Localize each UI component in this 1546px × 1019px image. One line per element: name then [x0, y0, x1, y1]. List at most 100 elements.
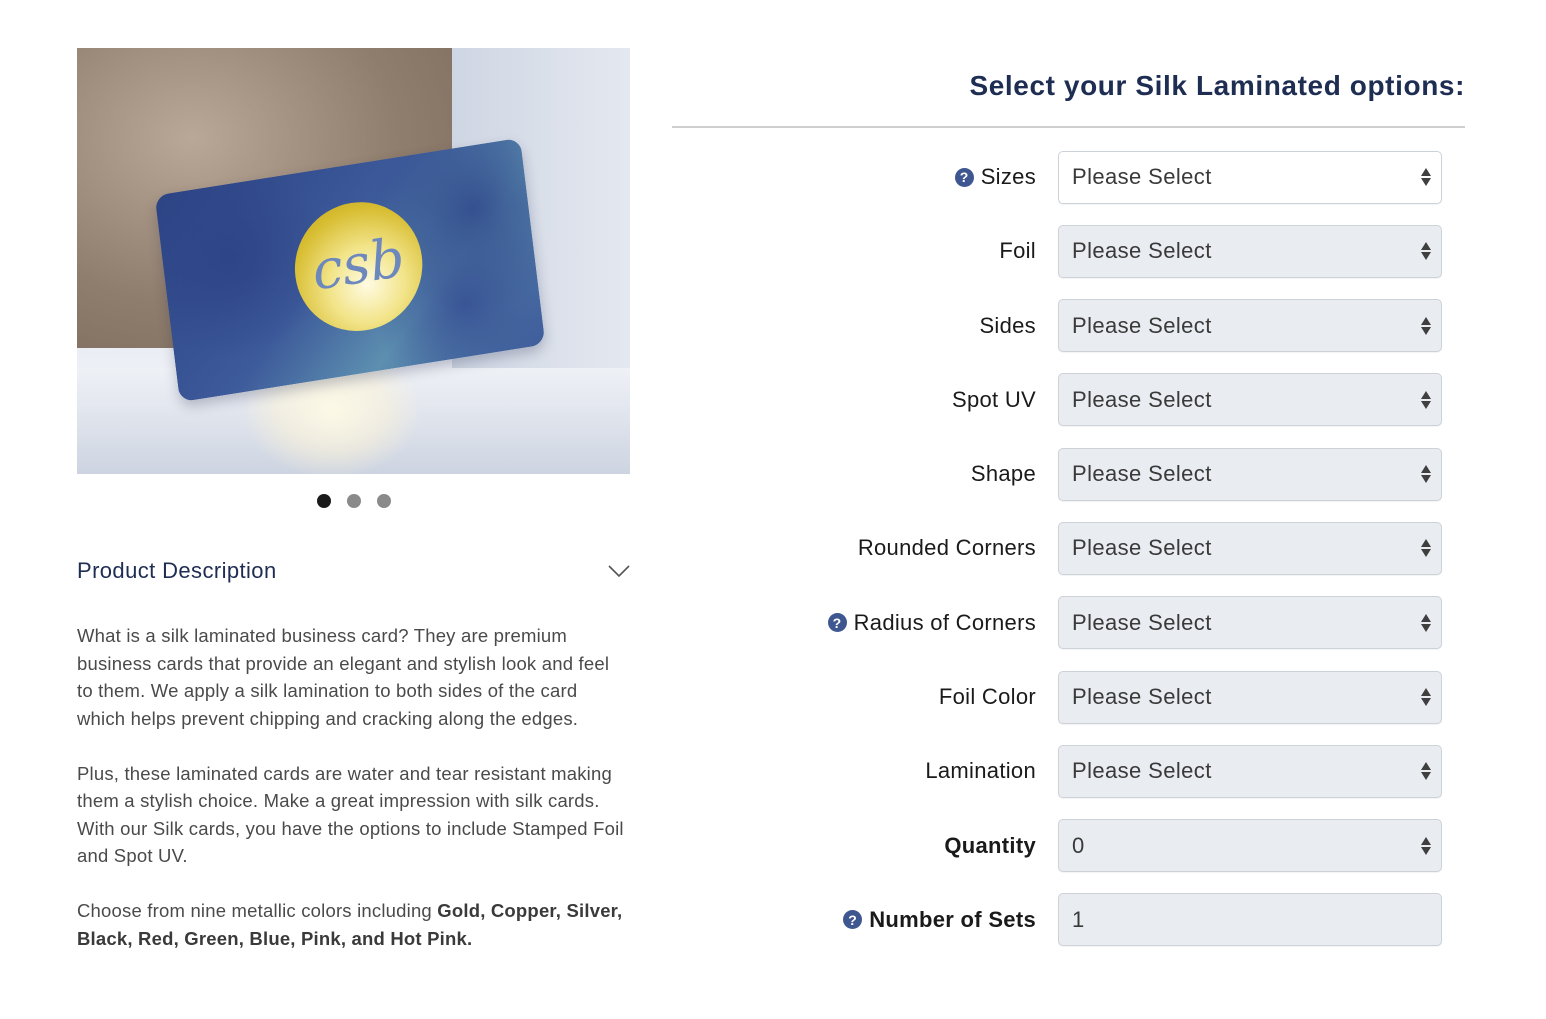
quantity-select[interactable]: 0 — [1058, 819, 1442, 873]
spot-uv-value: Please Select — [1072, 386, 1212, 412]
rounded-corners-label-text: Rounded Corners — [857, 535, 1036, 561]
options-form: ? Sizes Please Select Foil Please Select Side… — [672, 150, 1465, 947]
sides-label: Sides — [672, 313, 1058, 339]
arrow-up-icon — [1421, 316, 1431, 325]
spot-uv-select[interactable]: Please Select — [1058, 373, 1442, 427]
select-arrows-icon — [1421, 242, 1431, 261]
sides-value: Please Select — [1072, 312, 1212, 338]
options-title: Select your Silk Laminated options: — [969, 70, 1465, 101]
foil-select[interactable]: Please Select — [1058, 224, 1442, 278]
radius-of-corners-label-text: Radius of Corners — [853, 609, 1036, 635]
divider — [672, 126, 1465, 128]
select-arrows-icon — [1421, 688, 1431, 707]
arrow-down-icon — [1421, 846, 1431, 855]
arrow-down-icon — [1421, 252, 1431, 261]
arrow-down-icon — [1421, 549, 1431, 558]
sizes-select[interactable]: Please Select — [1058, 150, 1442, 204]
option-row-quantity: Quantity 0 — [672, 819, 1465, 873]
description-paragraph: What is a silk laminated business card? … — [77, 625, 610, 729]
select-arrows-icon — [1421, 390, 1431, 409]
description-paragraph: Plus, these laminated cards are water an… — [77, 762, 624, 867]
sides-label-text: Sides — [979, 312, 1036, 338]
spot-uv-label: Spot UV — [672, 387, 1058, 413]
arrow-up-icon — [1421, 242, 1431, 251]
lamination-label-text: Lamination — [925, 758, 1036, 784]
option-row-radius-of-corners: ? Radius of Corners Please Select — [672, 596, 1465, 650]
select-arrows-icon — [1421, 168, 1431, 186]
arrow-down-icon — [1421, 698, 1431, 707]
arrow-down-icon — [1421, 326, 1431, 335]
product-page: csb Product Description What is a silk l… — [0, 0, 1546, 1019]
options-panel: Select your Silk Laminated options: ? Siz… — [672, 48, 1465, 967]
rounded-corners-value: Please Select — [1072, 535, 1212, 561]
sizes-value: Please Select — [1072, 164, 1212, 189]
arrow-down-icon — [1421, 400, 1431, 409]
lamination-select[interactable]: Please Select — [1058, 744, 1442, 798]
number-of-sets-label-text: Number of Sets — [869, 906, 1036, 932]
image-monogram: csb — [308, 225, 408, 303]
image-gold-foil-circle: csb — [287, 193, 430, 341]
sizes-label: ? Sizes — [672, 164, 1058, 190]
foil-value: Please Select — [1072, 238, 1212, 264]
radius-of-corners-label: ? Radius of Corners — [672, 610, 1058, 636]
product-gallery-column: csb Product Description What is a silk l… — [77, 48, 630, 980]
arrow-down-icon — [1421, 178, 1431, 186]
rounded-corners-select[interactable]: Please Select — [1058, 521, 1442, 575]
product-description-body: What is a silk laminated business card? … — [77, 622, 630, 952]
foil-color-select[interactable]: Please Select — [1058, 670, 1442, 724]
option-row-rounded-corners: Rounded Corners Please Select — [672, 521, 1465, 575]
lamination-value: Please Select — [1072, 758, 1212, 784]
arrow-down-icon — [1421, 475, 1431, 484]
option-row-spot-uv: Spot UV Please Select — [672, 373, 1465, 427]
select-arrows-icon — [1421, 613, 1431, 632]
quantity-label-text: Quantity — [944, 832, 1036, 858]
carousel-dot-1[interactable] — [316, 494, 331, 508]
lamination-label: Lamination — [672, 758, 1058, 784]
quantity-value: 0 — [1072, 832, 1085, 858]
arrow-up-icon — [1421, 688, 1431, 697]
option-row-shape: Shape Please Select — [672, 447, 1465, 501]
foil-color-value: Please Select — [1072, 684, 1212, 710]
shape-label-text: Shape — [970, 461, 1036, 487]
option-row-sides: Sides Please Select — [672, 299, 1465, 353]
arrow-up-icon — [1421, 390, 1431, 399]
carousel-dot-3[interactable] — [376, 494, 391, 508]
sides-select[interactable]: Please Select — [1058, 299, 1442, 353]
select-arrows-icon — [1421, 762, 1431, 781]
radius-of-corners-value: Please Select — [1072, 609, 1212, 635]
help-icon[interactable]: ? — [954, 167, 974, 187]
option-row-number-of-sets: ? Number of Sets 1 — [672, 893, 1465, 947]
option-row-sizes: ? Sizes Please Select — [672, 150, 1465, 204]
description-paragraph: Choose from nine metallic colors includi… — [77, 897, 630, 952]
number-of-sets-input[interactable]: 1 — [1058, 893, 1442, 947]
rounded-corners-label: Rounded Corners — [672, 535, 1058, 561]
option-row-foil: Foil Please Select — [672, 224, 1465, 278]
product-description-toggle[interactable]: Product Description — [77, 556, 630, 586]
foil-label-text: Foil — [999, 238, 1036, 264]
select-arrows-icon — [1421, 836, 1431, 855]
foil-color-label-text: Foil Color — [938, 684, 1036, 710]
help-icon[interactable]: ? — [843, 910, 863, 930]
foil-color-label: Foil Color — [672, 684, 1058, 710]
arrow-up-icon — [1421, 168, 1431, 176]
carousel-dot-2[interactable] — [346, 494, 361, 508]
radius-of-corners-select[interactable]: Please Select — [1058, 596, 1442, 650]
product-description-title: Product Description — [77, 558, 277, 583]
select-arrows-icon — [1421, 465, 1431, 484]
arrow-up-icon — [1421, 762, 1431, 771]
shape-value: Please Select — [1072, 461, 1212, 487]
quantity-label: Quantity — [672, 833, 1058, 859]
foil-label: Foil — [672, 238, 1058, 264]
carousel-dots — [77, 494, 630, 508]
arrow-up-icon — [1421, 539, 1431, 548]
arrow-up-icon — [1421, 836, 1431, 845]
spot-uv-label-text: Spot UV — [951, 386, 1036, 412]
number-of-sets-value: 1 — [1072, 906, 1085, 932]
chevron-down-icon[interactable] — [608, 564, 630, 578]
arrow-down-icon — [1421, 772, 1431, 781]
help-icon[interactable]: ? — [827, 613, 847, 633]
option-row-foil-color: Foil Color Please Select — [672, 670, 1465, 724]
product-image[interactable]: csb — [77, 48, 630, 474]
select-arrows-icon — [1421, 316, 1431, 335]
shape-select[interactable]: Please Select — [1058, 447, 1442, 501]
